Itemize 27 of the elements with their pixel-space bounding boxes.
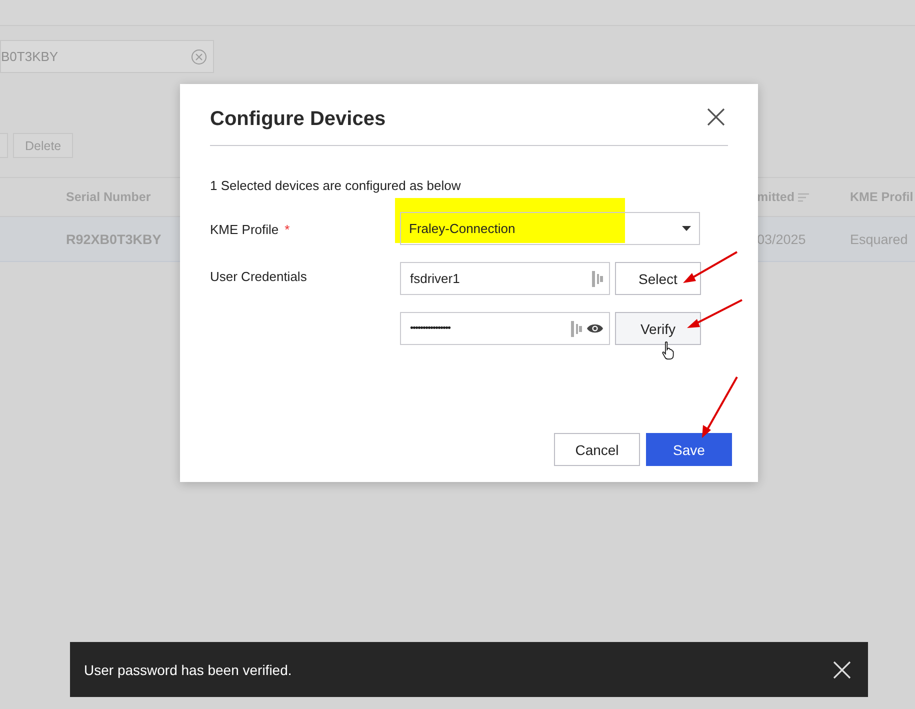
arrow-annotation bbox=[700, 375, 740, 439]
save-button[interactable]: Save bbox=[646, 433, 732, 466]
clear-icon[interactable] bbox=[191, 48, 207, 64]
required-mark: * bbox=[284, 222, 290, 237]
password-manager-icon[interactable] bbox=[592, 270, 603, 286]
password-field[interactable]: •••••••••••••••• bbox=[400, 312, 610, 345]
caret-icon bbox=[682, 226, 691, 231]
arrow-annotation bbox=[680, 250, 740, 286]
field-label: User Credentials bbox=[210, 269, 307, 284]
table-cell-text: R92XB0T3KBY bbox=[66, 232, 162, 246]
cancel-button[interactable]: Cancel bbox=[554, 433, 640, 466]
toast-message: User password has been verified. bbox=[84, 662, 292, 678]
sort-icon[interactable] bbox=[798, 192, 808, 202]
profile-dropdown[interactable]: Fraley-Connection bbox=[400, 212, 700, 245]
table-cell-text: 03/2025 bbox=[757, 232, 807, 246]
arrow-annotation bbox=[685, 298, 745, 330]
verify-button[interactable]: Verify bbox=[615, 312, 701, 345]
field-label: KME Profile bbox=[210, 222, 279, 237]
table-cell-text: Esquared bbox=[850, 232, 909, 246]
hand-cursor-icon bbox=[662, 341, 674, 360]
password-manager-icon[interactable] bbox=[571, 320, 582, 336]
select-button[interactable]: Select bbox=[615, 262, 701, 295]
username-field[interactable]: fsdriver1 bbox=[400, 262, 610, 295]
dialog-title: Configure Devices bbox=[210, 107, 386, 131]
dialog-subtitle: 1 Selected devices are configured as below bbox=[210, 178, 462, 193]
eye-icon[interactable] bbox=[587, 323, 603, 334]
close-icon[interactable] bbox=[706, 106, 726, 126]
